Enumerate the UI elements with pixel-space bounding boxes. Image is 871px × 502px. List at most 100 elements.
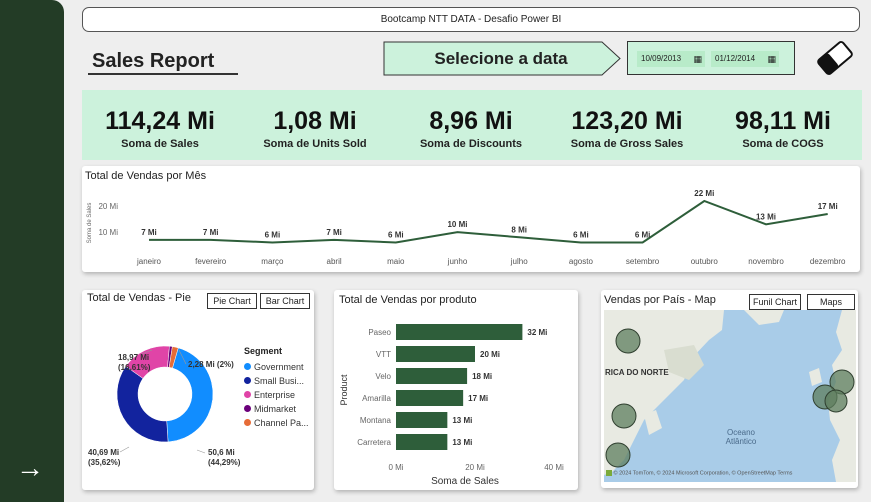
legend-label: Channel Pa... xyxy=(254,418,309,428)
kpi-value: 1,08 Mi xyxy=(273,107,357,135)
pie-data-label: (44,29%) xyxy=(208,458,241,467)
kpi-units-sold: 1,08 Mi Soma de Units Sold xyxy=(245,106,385,150)
legend-label: Small Busi... xyxy=(254,376,305,386)
x-tick-label: agosto xyxy=(569,257,594,266)
line-point[interactable] xyxy=(579,240,583,244)
map-bubble[interactable] xyxy=(611,403,637,429)
line-data-label: 6 Mi xyxy=(388,230,404,239)
world-map[interactable] xyxy=(604,310,856,482)
map-bubble[interactable] xyxy=(615,328,641,354)
line-data-label: 10 Mi xyxy=(447,220,467,229)
legend-dot xyxy=(244,405,251,413)
line-point[interactable] xyxy=(641,240,645,244)
sales-line xyxy=(149,199,828,244)
line-point[interactable] xyxy=(394,240,398,244)
product-bar[interactable] xyxy=(396,412,448,428)
product-bar[interactable] xyxy=(396,368,468,384)
kpi-value: 114,24 Mi xyxy=(105,107,215,135)
pie-leader-line xyxy=(196,449,206,454)
x-tick-label: abril xyxy=(327,257,342,266)
bar-chart-button[interactable]: Bar Chart xyxy=(260,293,310,309)
line-point[interactable] xyxy=(517,235,521,239)
eraser-icon[interactable] xyxy=(813,38,857,78)
kpi-label: Soma de Sales xyxy=(121,138,199,150)
line-point[interactable] xyxy=(332,238,336,242)
x-tick-label: janeiro xyxy=(136,257,162,266)
x-tick-label: setembro xyxy=(626,257,660,266)
line-data-label: 7 Mi xyxy=(141,228,157,237)
product-bar[interactable] xyxy=(396,390,464,406)
kpi-label: Soma de Discounts xyxy=(419,138,523,150)
kpi-cogs: 98,11 Mi Soma de COGS xyxy=(713,106,853,150)
bar-data-label: 13 Mi xyxy=(452,416,472,425)
map-attribution: © 2024 TomTom, © 2024 Microsoft Corporat… xyxy=(606,470,852,476)
bar-category-label: Carretera xyxy=(357,438,391,447)
kpi-label: Soma de Units Sold xyxy=(263,138,367,150)
title-underline xyxy=(88,73,238,75)
bar-data-label: 17 Mi xyxy=(468,394,488,403)
legend-item[interactable]: Channel Pa... xyxy=(244,416,309,430)
product-bar[interactable] xyxy=(396,346,475,362)
x-tick-label: 0 Mi xyxy=(388,463,403,472)
map-bubble[interactable] xyxy=(605,442,631,468)
line-data-label: 22 Mi xyxy=(694,189,714,198)
pie-leader-line xyxy=(119,446,130,453)
sidebar xyxy=(0,0,64,502)
line-data-label: 6 Mi xyxy=(635,230,651,239)
pie-chart-button[interactable]: Pie Chart xyxy=(207,293,257,309)
header-bar: Bootcamp NTT DATA - Desafio Power BI xyxy=(82,7,860,32)
kpi-discounts: 8,96 Mi Soma de Discounts xyxy=(401,106,541,150)
maps-button[interactable]: Maps xyxy=(807,294,855,310)
line-point[interactable] xyxy=(209,238,213,242)
legend-item[interactable]: Enterprise xyxy=(244,388,309,402)
kpi-gross-sales: 123,20 Mi Soma de Gross Sales xyxy=(557,106,697,150)
end-date-input[interactable]: 01/12/2014 ▦ xyxy=(711,51,779,67)
bar-category-label: Montana xyxy=(360,416,392,425)
y-axis-label: Soma de Sales xyxy=(87,203,93,244)
legend-dot xyxy=(244,363,251,371)
legend-label: Midmarket xyxy=(254,404,297,414)
map-bubble[interactable] xyxy=(824,389,848,413)
product-bar[interactable] xyxy=(396,434,448,450)
line-point[interactable] xyxy=(270,240,274,244)
legend-item[interactable]: Midmarket xyxy=(244,402,309,416)
legend-dot xyxy=(244,391,251,399)
bar-category-label: VTT xyxy=(376,350,391,359)
line-point[interactable] xyxy=(147,238,151,242)
product-bar-chart: Paseo 32 Mi VTT 20 Mi Velo 18 Mi Amarilla 17 Mi… xyxy=(339,324,564,487)
pie-data-label: 40,69 Mi xyxy=(88,448,119,457)
funnel-chart-button[interactable]: Funil Chart xyxy=(749,294,801,310)
bar-data-label: 32 Mi xyxy=(527,328,547,337)
pie-data-label: 2,28 Mi (2%) xyxy=(188,360,234,369)
end-date-value: 01/12/2014 xyxy=(715,54,756,63)
line-data-label: 13 Mi xyxy=(756,212,776,221)
x-tick-label: dezembro xyxy=(810,257,846,266)
kpi-sales: 114,24 Mi Soma de Sales xyxy=(90,106,230,150)
segment-legend: Government Small Busi... Enterprise Midmark… xyxy=(244,360,309,430)
start-date-input[interactable]: 10/09/2013 ▦ xyxy=(637,51,705,67)
monthly-sales-line-chart: 10 Mi 20 Mi Soma de Sales 7 Mi janeiro 7 Mi fe… xyxy=(87,189,846,266)
calendar-icon[interactable]: ▦ xyxy=(693,51,702,67)
x-tick-label: maio xyxy=(387,257,405,266)
line-point[interactable] xyxy=(826,212,830,216)
calendar-icon[interactable]: ▦ xyxy=(767,51,776,67)
segment-pie-title: Total de Vendas - Pie xyxy=(87,292,191,304)
line-data-label: 6 Mi xyxy=(573,230,589,239)
arrow-right-icon[interactable]: → xyxy=(14,452,46,484)
line-point[interactable] xyxy=(702,199,706,203)
line-point[interactable] xyxy=(764,222,768,226)
legend-item[interactable]: Government xyxy=(244,360,309,374)
monthly-sales-card: Total de Vendas por Mês 10 Mi 20 Mi Soma d… xyxy=(82,166,860,272)
bar-category-label: Amarilla xyxy=(362,394,391,403)
line-point[interactable] xyxy=(456,230,460,234)
pie-data-label: 50,6 Mi xyxy=(208,448,235,457)
product-bar-card: Total de Vendas por produto Paseo 32 Mi VT… xyxy=(334,290,578,490)
y-axis-label: Product xyxy=(339,374,349,406)
x-tick-label: março xyxy=(261,257,284,266)
pie-data-label: 18,97 Mi xyxy=(118,353,149,362)
legend-dot xyxy=(244,377,251,385)
product-bar[interactable] xyxy=(396,324,523,340)
legend-item[interactable]: Small Busi... xyxy=(244,374,309,388)
microsoft-logo xyxy=(606,470,612,476)
x-tick-label: junho xyxy=(447,257,468,266)
